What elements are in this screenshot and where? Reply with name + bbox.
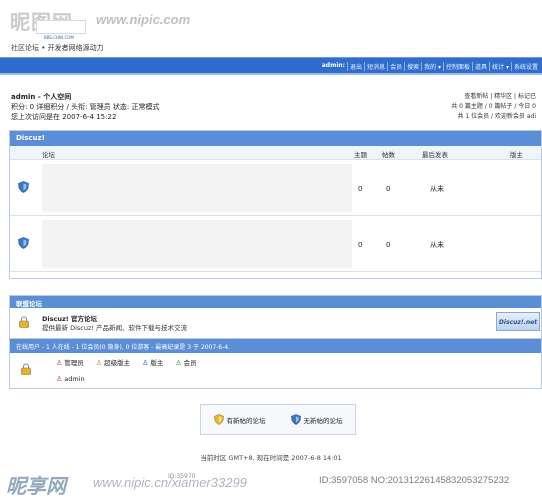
nav-bar-strip [0, 73, 542, 75]
nav-username[interactable]: admin: [320, 62, 349, 71]
league-forum-description: 提供最新 Discuz! 产品新闻、软件下载与技术交流 [42, 324, 188, 332]
forum-category-table: Discuz! 论坛 主题 帖数 最后发表 版主 0 0 从未 0 0 从未 [9, 130, 542, 279]
user-info-panel: admin - 个人空间 积分: 0 详细积分 / 头衔: 管理员 状态: 正常… [11, 92, 159, 122]
online-body: 管理员 超级版主 版主 会员 admin [10, 353, 541, 389]
logo-subtitle: BBS.CHIN.COM [44, 35, 74, 40]
nav-my[interactable]: 我的 ▾ [422, 62, 445, 71]
new-posts-shield-icon [213, 414, 224, 425]
forum-description-area [42, 164, 352, 212]
post-count: 0 [386, 241, 391, 249]
shield-icon [18, 181, 29, 193]
watermark-bottom-url: www.nipic.cn/xiamer33299 [93, 475, 247, 490]
last-visit-line: 您上次访问是在 2007-6-4 15:22 [11, 113, 117, 121]
col-forum: 论坛 [42, 151, 55, 159]
legend-moderator: 版主 [142, 357, 163, 367]
topic-count: 0 [358, 185, 363, 193]
nav-items[interactable]: 道具 [473, 62, 491, 71]
footer-timezone: 当前时区 GMT+8, 现在时间是 2007-6-8 14:01 [200, 454, 342, 462]
category-header[interactable]: Discuz! [10, 131, 541, 146]
legend-admin: 管理员 [56, 357, 84, 367]
nav-members[interactable]: 会员 [388, 62, 406, 71]
watermark-url: www.nipic.com [96, 12, 191, 27]
col-moderator: 版主 [510, 151, 523, 159]
no-new-posts-shield-icon [290, 414, 301, 425]
post-stats: 共 0 篇主题 / 0 篇帖子 / 今日 0 [451, 103, 536, 110]
legend-new-label: 有新帖的论坛 [226, 416, 266, 425]
member-stats: 共 1 位会员 / 欢迎新会员 adi [457, 113, 536, 120]
top-nav-menu: admin: 退出 短消息 会员 搜索 我的 ▾ 控制面板 道具 统计 ▾ 系统… [320, 62, 540, 71]
forum-column-headers: 论坛 主题 帖数 最后发表 版主 [10, 146, 541, 160]
forum-icon-legend: 有新帖的论坛 无新帖的论坛 [200, 404, 356, 435]
legend-super-moderator: 超级版主 [96, 357, 130, 367]
online-user-link[interactable]: admin [56, 375, 84, 383]
legend-none-label: 无新帖的论坛 [303, 416, 343, 425]
last-post: 从未 [430, 185, 444, 193]
discuz-logo-badge[interactable]: Discuz!.net [496, 312, 540, 331]
league-row[interactable]: Discuz! 官方论坛 提供最新 Discuz! 产品新闻、软件下载与技术交流… [10, 308, 541, 339]
nav-messages[interactable]: 短消息 [365, 62, 389, 71]
user-space-title[interactable]: admin - 个人空间 [11, 92, 159, 102]
forum-row[interactable]: 0 0 从未 [10, 160, 541, 216]
user-status-line: 积分: 0 详细积分 / 头衔: 管理员 状态: 正常模式 [11, 103, 160, 111]
league-forums-panel: 联盟论坛 Discuz! 官方论坛 提供最新 Discuz! 产品新闻、软件下载… [9, 295, 542, 339]
post-count: 0 [386, 185, 391, 193]
watermark-image-id: ID:3597058 NO:20131226145832053275232 [319, 475, 510, 486]
nav-search[interactable]: 搜索 [405, 62, 423, 71]
col-posts: 帖数 [382, 151, 395, 159]
site-slogan: 社区论坛 • 开发者网络源动力 [11, 44, 104, 52]
league-header: 联盟论坛 [10, 296, 541, 308]
col-topics: 主题 [354, 151, 367, 159]
forum-row[interactable]: 0 0 从未 [10, 216, 541, 272]
forum-stats-panel: 查看新帖 | 精华区 | 标记已 共 0 篇主题 / 0 篇帖子 / 今日 0 … [451, 92, 536, 122]
legend-member: 会员 [175, 357, 197, 367]
legend-new-posts: 有新帖的论坛 [213, 414, 266, 425]
nav-logout[interactable]: 退出 [348, 62, 366, 71]
nav-system-settings[interactable]: 系统设置 [512, 62, 540, 71]
legend-no-new-posts: 无新帖的论坛 [290, 414, 343, 425]
lock-icon [21, 363, 31, 375]
online-header[interactable]: 在线用户 - 1 人在线 - 1 位会员(0 隐身), 0 位游客 - 最高纪录… [10, 339, 541, 353]
nav-control-panel[interactable]: 控制面板 [444, 62, 474, 71]
user-group-legend: 管理员 超级版主 版主 会员 [56, 357, 197, 367]
last-post: 从未 [430, 241, 444, 249]
col-last-post: 最后发表 [422, 151, 448, 159]
online-users-panel: 在线用户 - 1 人在线 - 1 位会员(0 隐身), 0 位游客 - 最高纪录… [9, 338, 542, 389]
site-logo[interactable] [36, 20, 86, 34]
lock-icon [19, 316, 29, 328]
nav-stats[interactable]: 统计 ▾ [490, 62, 512, 71]
shield-icon [18, 237, 29, 249]
quick-links[interactable]: 查看新帖 | 精华区 | 标记已 [451, 92, 536, 102]
forum-description-area [42, 220, 352, 268]
topic-count: 0 [358, 241, 363, 249]
watermark-bottom-title: 昵享网 [6, 474, 66, 498]
